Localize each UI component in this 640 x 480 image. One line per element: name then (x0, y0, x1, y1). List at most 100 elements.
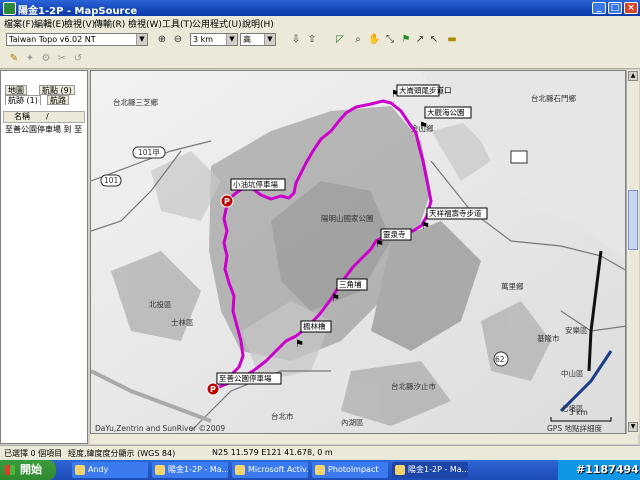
minimize-button[interactable]: _ (592, 2, 606, 14)
waypoint-label: 三角埔 (339, 279, 362, 289)
taskbar-item-label: PhotoImpact (328, 465, 379, 474)
place-label: 安樂區 (565, 325, 588, 335)
send-device-icon[interactable]: ⇧ (306, 34, 318, 46)
watermark: #1187494 (576, 463, 639, 476)
taskbar-item-active[interactable]: 陽金1-2P - Ma... (392, 462, 468, 478)
svg-text:⚑: ⚑ (331, 293, 340, 304)
menu-edit[interactable]: 編輯(E) (34, 17, 65, 30)
chevron-down-icon: ▼ (264, 34, 275, 45)
tab-waypoints[interactable]: 航點 (9) (39, 85, 75, 95)
road-shield: 101甲 (132, 146, 166, 159)
mapsource-icon (395, 465, 405, 475)
chevron-down-icon: ▼ (136, 34, 147, 45)
zoom-tool-icon[interactable]: ⌕ (352, 34, 364, 46)
start-button[interactable]: 開始 (0, 460, 56, 480)
list-item[interactable]: 至善公園停車場 到 至 (5, 124, 87, 135)
scroll-up-icon[interactable]: ▲ (628, 71, 638, 81)
scroll-down-icon[interactable]: ▼ (628, 422, 638, 432)
taskbar-item-label: Andy (88, 465, 109, 474)
waypoint-label: 小油坑停車場 (233, 179, 278, 189)
place-label: 台北市 (271, 411, 294, 421)
hand-tool-icon[interactable]: ✋ (368, 34, 380, 46)
vertical-scrollbar[interactable]: ▲ ▼ (626, 70, 639, 434)
maximize-button[interactable]: □ (608, 2, 622, 14)
tab-tracks[interactable]: 航跡 (1) (5, 95, 41, 105)
waypoint-label: 楓林橋 (303, 321, 326, 331)
folder-icon (75, 465, 85, 475)
menu-view[interactable]: 檢視(V) (64, 17, 95, 30)
svg-text:101: 101 (104, 176, 119, 185)
route-tool-icon[interactable]: ↗ (414, 34, 426, 46)
status-bar: 已選擇 0 個項目 經度,緯度度分顯示 (WGS 84) N25 11.579 … (0, 445, 640, 460)
taskbar-item-label: Microsoft Activ... (248, 465, 308, 474)
zoom-in-icon[interactable]: ⊕ (156, 34, 168, 46)
main-toolbar: Taiwan Topo v6.02 NT ▼ ⊕ ⊖ 3 km ▼ 高 ▼ ⇩ … (0, 30, 640, 51)
detail-value: 高 (243, 35, 251, 44)
horizontal-scrollbar[interactable] (90, 434, 638, 444)
status-selection: 已選擇 0 個項目 (4, 449, 63, 458)
taskbar: 開始 Andy 陽金1-2P - Ma... Microsoft Activ..… (0, 460, 640, 480)
waypoint-label: 大觀海公園 (427, 107, 465, 117)
svg-text:P: P (210, 385, 216, 394)
app-icon (235, 465, 245, 475)
secondary-toolbar: ✎ ✦ ⚙ ✂ ↺ (0, 50, 640, 69)
svg-text:⚑: ⚑ (421, 221, 430, 232)
road-shield: 101 (100, 174, 122, 187)
map-view[interactable]: 台北縣三芝鄉 台北市 士林區 北投區 內湖區 萬里鄉 金山鄉 基隆市 安樂區 中… (90, 70, 626, 434)
tab-routes[interactable]: 航路 (47, 95, 69, 105)
zoom-out-icon[interactable]: ⊖ (172, 34, 184, 46)
menu-transfer[interactable]: 傳輸(R) (94, 17, 125, 30)
place-label: 陽明山國家公園 (321, 213, 374, 223)
ruler-tool-icon[interactable]: ▬ (446, 34, 458, 46)
start-label: 開始 (20, 463, 42, 476)
zoom-scale-value: 3 km (193, 35, 214, 44)
taskbar-item[interactable]: Microsoft Activ... (232, 462, 308, 478)
waypoint-label: 靈泉寺 (383, 229, 406, 239)
menu-tools[interactable]: 工具(T) (162, 17, 193, 30)
taskbar-item[interactable]: 陽金1-2P - Ma... (152, 462, 228, 478)
place-label: 台北縣三芝鄉 (113, 97, 158, 107)
road-shield: 62 (493, 351, 509, 367)
scroll-thumb[interactable] (628, 190, 638, 250)
windows-logo-icon (5, 465, 15, 475)
menu-view2[interactable]: 檢視(W) (128, 17, 162, 30)
disabled-tool-icon: ↺ (73, 53, 83, 64)
select-tool-icon[interactable]: ◸ (334, 34, 346, 46)
gps-note: GPS 地點詳細度 (547, 423, 602, 433)
taskbar-item[interactable]: Andy (72, 462, 148, 478)
svg-text:101甲: 101甲 (138, 148, 160, 157)
photoimpact-icon (315, 465, 325, 475)
map-canvas[interactable]: 台北縣三芝鄉 台北市 士林區 北投區 內湖區 萬里鄉 金山鄉 基隆市 安樂區 中… (91, 71, 626, 434)
measure-tool-icon[interactable]: ⤡ (384, 34, 396, 46)
waypoint-tool-icon[interactable]: ⚑ (400, 34, 412, 46)
map-product-value: Taiwan Topo v6.02 NT (9, 35, 96, 44)
chevron-down-icon: ▼ (226, 34, 237, 45)
svg-text:⚑: ⚑ (375, 239, 384, 250)
detail-select[interactable]: 高 ▼ (240, 33, 276, 46)
map-copyright: DaYu,Zentrin and SunRiver ©2009 (95, 424, 225, 433)
status-coord-format: 經度,緯度度分顯示 (WGS 84) (68, 449, 176, 458)
route-plan-icon[interactable]: ✎ (8, 53, 20, 65)
app-icon (3, 2, 16, 15)
data-panel: 地圖 航點 (9) 航跡 (1) 航路 名稱 / 至善公園停車場 到 至 (0, 70, 88, 444)
pointer-tool-icon[interactable]: ↖ (428, 34, 440, 46)
taskbar-item-label: 陽金1-2P - Ma... (408, 465, 468, 474)
place-label: 中山區 (561, 368, 584, 378)
menu-help[interactable]: 說明(H) (242, 17, 274, 30)
svg-text:P: P (224, 197, 230, 206)
zoom-scale-select[interactable]: 3 km ▼ (190, 33, 238, 46)
receive-device-icon[interactable]: ⇩ (290, 34, 302, 46)
close-button[interactable]: × (624, 2, 638, 14)
place-label: 士林區 (171, 317, 194, 327)
waypoint-label: 天祥福壽寺步道 (429, 208, 482, 218)
sort-indicator: / (46, 112, 49, 121)
disabled-tool-icon: ✂ (57, 53, 67, 64)
taskbar-item[interactable]: PhotoImpact (312, 462, 388, 478)
mapsource-icon (155, 465, 165, 475)
menu-bar: 檔案(F) 編輯(E) 檢視(V) 傳輸(R) 檢視(W) 工具(T) 公用程式… (0, 16, 640, 30)
menu-file[interactable]: 檔案(F) (4, 17, 34, 30)
menu-utilities[interactable]: 公用程式(U) (192, 17, 242, 30)
name-column-header[interactable]: 名稱 / (3, 111, 85, 123)
map-product-select[interactable]: Taiwan Topo v6.02 NT ▼ (6, 33, 148, 46)
tab-maps[interactable]: 地圖 (5, 85, 27, 95)
